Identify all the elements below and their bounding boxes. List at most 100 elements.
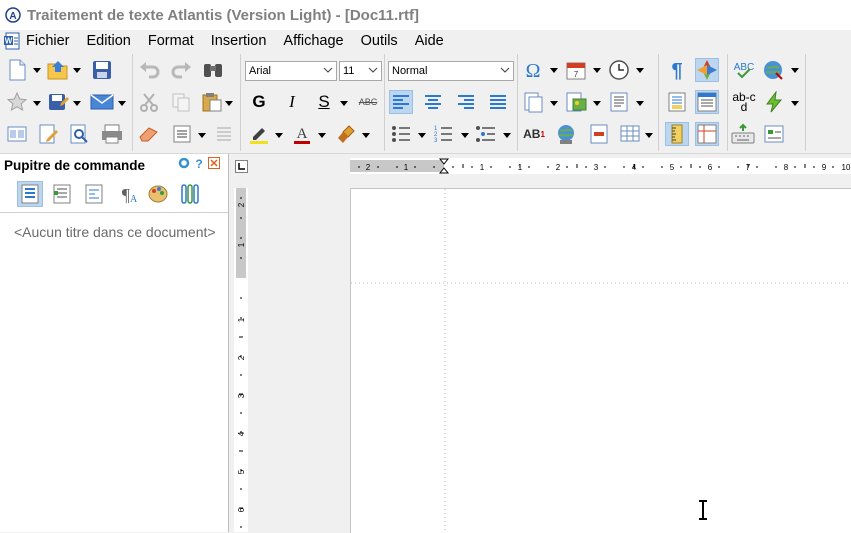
- palette-view-icon[interactable]: [145, 181, 171, 207]
- superscript-button[interactable]: AB 1: [521, 122, 547, 146]
- document-icon[interactable]: W: [3, 32, 21, 50]
- favorites-star-icon[interactable]: [5, 90, 29, 114]
- navigation-compass-icon[interactable]: [695, 58, 719, 82]
- multilevel-dropdown-icon[interactable]: [503, 131, 511, 139]
- open-dropdown-icon[interactable]: [73, 66, 81, 74]
- cut-scissors-icon[interactable]: [137, 90, 161, 114]
- redo-icon[interactable]: [170, 58, 194, 82]
- clips-view-icon[interactable]: [177, 181, 203, 207]
- menu-affichage[interactable]: Affichage: [283, 33, 343, 49]
- multilevel-list-icon[interactable]: [474, 122, 498, 146]
- font-color-icon[interactable]: A: [290, 122, 314, 146]
- email-dropdown-icon[interactable]: [118, 99, 126, 107]
- align-right-icon[interactable]: [454, 90, 478, 114]
- insert-page-icon[interactable]: [521, 90, 545, 114]
- language-dropdown-icon[interactable]: [791, 66, 799, 74]
- insert-field-icon[interactable]: [587, 122, 611, 146]
- save-as-dropdown-icon[interactable]: [73, 99, 81, 107]
- style-combo[interactable]: Normal: [388, 61, 514, 81]
- paste-icon[interactable]: [200, 90, 224, 114]
- edit-document-icon[interactable]: [36, 122, 60, 146]
- bookmarks-view-icon[interactable]: [49, 181, 75, 207]
- insert-text-block-icon[interactable]: [607, 90, 631, 114]
- format-painter-brush-icon[interactable]: [334, 122, 358, 146]
- underline-button[interactable]: S: [312, 90, 336, 114]
- form-fields-icon[interactable]: [762, 122, 786, 146]
- document-info-icon[interactable]: [81, 181, 107, 207]
- eraser-icon[interactable]: [137, 122, 161, 146]
- menu-format[interactable]: Format: [148, 33, 194, 49]
- menu-edition[interactable]: Edition: [87, 33, 131, 49]
- bold-button[interactable]: G: [247, 90, 271, 114]
- language-globe-icon[interactable]: [762, 58, 786, 82]
- underline-dropdown-icon[interactable]: [340, 99, 348, 107]
- menu-insertion[interactable]: Insertion: [211, 33, 267, 49]
- lightning-macro-icon[interactable]: [762, 90, 786, 114]
- border-dropdown-icon[interactable]: [198, 131, 206, 139]
- date-dropdown-icon[interactable]: [593, 66, 601, 74]
- paragraph-border-icon[interactable]: [170, 122, 194, 146]
- web-layout-icon[interactable]: [695, 90, 719, 114]
- tab-stop-selector[interactable]: [235, 160, 248, 173]
- calendar-date-icon[interactable]: 7: [564, 58, 588, 82]
- font-size-combo[interactable]: 11: [339, 61, 382, 81]
- styles-view-icon[interactable]: ¶ A: [113, 181, 139, 207]
- keyboard-icon[interactable]: [731, 122, 755, 146]
- email-icon[interactable]: [90, 90, 114, 114]
- spellcheck-button[interactable]: ABC: [731, 58, 757, 82]
- symbol-dropdown-icon[interactable]: [550, 66, 558, 74]
- highlight-dropdown-icon[interactable]: [275, 131, 283, 139]
- numbered-dropdown-icon[interactable]: [461, 131, 469, 139]
- grid-lines-icon[interactable]: [695, 122, 719, 146]
- save-icon[interactable]: [90, 58, 114, 82]
- undo-icon[interactable]: [137, 58, 161, 82]
- favorites-dropdown-icon[interactable]: [33, 99, 41, 107]
- horizontal-ruler[interactable]: 2 1 1 1 2 3 4 5 6 7 8 9 10: [350, 158, 851, 174]
- align-center-icon[interactable]: [421, 90, 445, 114]
- justify-icon[interactable]: [486, 90, 510, 114]
- font-color-dropdown-icon[interactable]: [318, 131, 326, 139]
- highlight-marker-icon[interactable]: [247, 122, 271, 146]
- open-folder-icon[interactable]: [46, 58, 70, 82]
- binoculars-icon[interactable]: [201, 58, 225, 82]
- hyphenation-button[interactable]: ab-cd: [731, 90, 757, 114]
- copy-icon[interactable]: [169, 90, 193, 114]
- menu-aide[interactable]: Aide: [415, 33, 444, 49]
- menu-fichier[interactable]: Fichier: [26, 33, 70, 49]
- page-layout-icon[interactable]: [665, 90, 689, 114]
- line-spacing-icon[interactable]: [212, 122, 236, 146]
- omega-symbol-icon[interactable]: Ω: [521, 58, 545, 82]
- gear-icon[interactable]: [178, 157, 190, 169]
- clock-time-icon[interactable]: [607, 58, 631, 82]
- globe-link-icon[interactable]: [554, 122, 578, 146]
- new-document-icon[interactable]: [5, 58, 29, 82]
- paste-dropdown-icon[interactable]: [225, 99, 233, 107]
- brush-dropdown-icon[interactable]: [362, 131, 370, 139]
- new-dropdown-icon[interactable]: [33, 66, 41, 74]
- help-icon[interactable]: ?: [193, 157, 205, 169]
- pilcrow-show-marks-icon[interactable]: ¶: [665, 58, 689, 82]
- font-name-combo[interactable]: Arial: [245, 61, 337, 81]
- printer-icon[interactable]: [100, 122, 124, 146]
- numbered-list-icon[interactable]: 123: [431, 122, 455, 146]
- outline-view-icon[interactable]: [17, 181, 43, 207]
- time-dropdown-icon[interactable]: [636, 66, 644, 74]
- insert-image-icon[interactable]: [564, 90, 588, 114]
- insert-page-dropdown-icon[interactable]: [550, 99, 558, 107]
- vertical-ruler[interactable]: 2 1 1 2 3 4 5 6: [234, 188, 248, 532]
- table-dropdown-icon[interactable]: [645, 131, 653, 139]
- menu-outils[interactable]: Outils: [361, 33, 398, 49]
- document-page[interactable]: [350, 188, 851, 533]
- find-icon[interactable]: [67, 122, 91, 146]
- save-as-icon[interactable]: [46, 90, 70, 114]
- macro-dropdown-icon[interactable]: [791, 99, 799, 107]
- bullet-dropdown-icon[interactable]: [418, 131, 426, 139]
- italic-button[interactable]: I: [280, 90, 304, 114]
- align-left-icon[interactable]: [389, 90, 413, 114]
- vertical-ruler-icon[interactable]: [665, 122, 689, 146]
- close-icon[interactable]: [208, 157, 220, 169]
- bullet-list-icon[interactable]: [389, 122, 413, 146]
- strikethrough-button[interactable]: ABC: [354, 90, 382, 114]
- insert-table-icon[interactable]: [618, 122, 642, 146]
- image-dropdown-icon[interactable]: [593, 99, 601, 107]
